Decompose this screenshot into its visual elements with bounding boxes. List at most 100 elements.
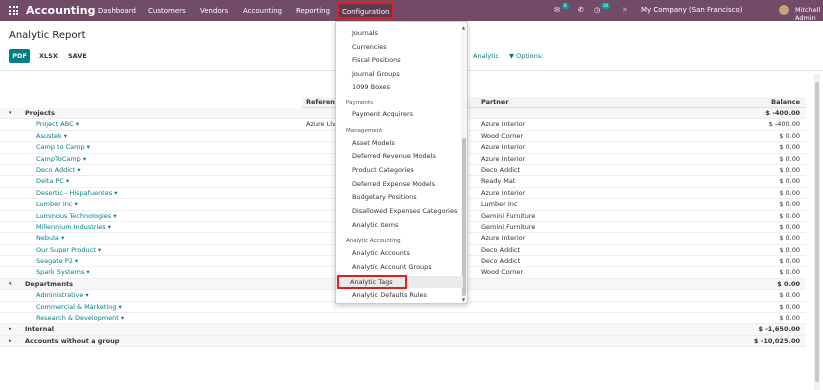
row-partner: Wood Corner (481, 131, 524, 140)
activity-icon[interactable]: ◷ 34 (594, 3, 611, 14)
dropdown-item[interactable]: Analytic Account Groups (352, 263, 432, 271)
app-brand[interactable]: Accounting (26, 4, 96, 17)
row-name[interactable]: Administrative ▾ (36, 290, 89, 301)
chat-icon[interactable]: ✉ 8 (554, 3, 569, 14)
group-row[interactable]: ▸ Internal $ -1,650.00 (0, 324, 806, 336)
header-balance: Balance (607, 97, 806, 108)
dropdown-scrollbar-thumb[interactable] (462, 138, 466, 296)
close-icon[interactable]: ✕ (622, 6, 628, 14)
row-name[interactable]: Delta PC ▾ (36, 176, 69, 187)
scroll-down-icon[interactable]: ▼ (462, 297, 465, 302)
row-partner: Azure Interior (481, 143, 526, 152)
row-name[interactable]: Our Super Product ▾ (36, 245, 101, 256)
row-name[interactable]: Spark Systems ▾ (36, 267, 90, 278)
dropdown-section-header: Analytic Accounting (346, 238, 401, 244)
menu-configuration[interactable]: Configuration (337, 2, 395, 19)
row-name[interactable]: Nebula ▾ (36, 233, 64, 244)
avatar[interactable] (779, 5, 789, 15)
row-balance: $ 0.00 (779, 268, 800, 277)
dropdown-item[interactable]: Product Categories (352, 166, 414, 174)
row-name[interactable]: CampToCamp ▾ (36, 154, 86, 165)
table-row[interactable]: Research & Development ▾ $ 0.00 (0, 313, 806, 325)
row-reference: Azure Liv (306, 120, 336, 129)
filter-icon: ▼ (509, 52, 514, 60)
page-title: Analytic Report (9, 30, 86, 41)
apps-menu-icon[interactable] (9, 6, 18, 15)
row-name[interactable]: Projects (25, 108, 55, 119)
row-name[interactable]: Internal (25, 324, 54, 335)
row-balance: $ -400.00 (765, 109, 800, 117)
row-name[interactable]: Desertic - Hispafuentes ▾ (36, 188, 117, 199)
row-partner: Lumber Inc (481, 200, 518, 209)
menu-accounting[interactable]: Accounting (243, 7, 282, 15)
pdf-button[interactable]: PDF (9, 49, 30, 63)
row-name[interactable]: Asustek ▾ (36, 131, 67, 142)
dropdown-item[interactable]: Currencies (352, 43, 387, 51)
scroll-up-icon[interactable]: ▲ (462, 25, 465, 30)
row-balance: $ 0.00 (779, 222, 800, 231)
dropdown-item[interactable]: Analytic Items (352, 221, 398, 229)
phone-icon[interactable]: ✆ (578, 6, 584, 14)
caret-right-icon[interactable]: ▸ (9, 336, 12, 347)
caret-down-icon[interactable]: ▾ (9, 279, 12, 290)
row-partner: Azure Interior (481, 188, 526, 197)
row-name[interactable]: Camp to Camp ▾ (36, 142, 90, 153)
row-balance: $ 0.00 (779, 200, 800, 209)
row-balance: $ 0.00 (779, 291, 800, 300)
dropdown-item[interactable]: Deferred Revenue Models (352, 152, 436, 160)
header-partner: Partner (477, 97, 607, 108)
analytic-tags-highlight (337, 275, 407, 289)
row-balance: $ 0.00 (779, 211, 800, 220)
row-name[interactable]: Deco Addict ▾ (36, 165, 80, 176)
menu-reporting[interactable]: Reporting (296, 7, 330, 15)
dropdown-item[interactable]: Budgetary Positions (352, 193, 417, 201)
row-name[interactable]: Millennium Industries ▾ (36, 222, 111, 233)
row-balance: $ 0.00 (779, 302, 800, 311)
menu-dashboard[interactable]: Dashboard (98, 7, 136, 15)
row-partner: Ready Mat (481, 177, 516, 186)
analytic-filter[interactable]: Analytic (473, 52, 499, 60)
xlsx-button[interactable]: XLSX (39, 52, 58, 60)
row-balance: $ -1,650.00 (758, 325, 800, 334)
row-name[interactable]: Research & Development ▾ (36, 313, 124, 324)
row-name[interactable]: Luminous Technologies ▾ (36, 211, 117, 222)
page-scrollbar-thumb[interactable] (815, 82, 819, 382)
row-partner: Deco Addict (481, 257, 521, 266)
dropdown-section-header: Payments (346, 100, 373, 106)
user-menu[interactable]: Mitchell Admin (795, 6, 823, 22)
top-navbar: Accounting Dashboard Customers Vendors A… (0, 0, 823, 22)
dropdown-item[interactable]: Fiscal Positions (352, 56, 401, 64)
row-name[interactable]: Commercial & Marketing ▾ (36, 302, 122, 313)
dropdown-item[interactable]: Analytic Accounts (352, 249, 410, 257)
dropdown-item[interactable]: Journal Groups (352, 70, 400, 78)
caret-right-icon[interactable]: ▸ (9, 324, 12, 335)
row-name[interactable]: Project ABC ▾ (36, 119, 79, 130)
row-name[interactable]: Lumber Inc ▾ (36, 199, 78, 210)
dropdown-item[interactable]: 1099 Boxes (352, 83, 390, 91)
options-label: Options: (516, 52, 544, 60)
dropdown-item[interactable]: Analytic Defaults Rules (352, 291, 427, 299)
options-filter[interactable]: ▼ Options: (509, 52, 543, 60)
dropdown-item[interactable]: Disallowed Expenses Categories (352, 207, 457, 215)
row-name[interactable]: Accounts without a group (25, 336, 119, 347)
save-button[interactable]: SAVE (68, 52, 87, 60)
row-balance: $ 0.00 (779, 314, 800, 323)
dropdown-scrollbar[interactable]: ▲ ▼ (461, 22, 467, 303)
row-partner: Azure Interior (481, 234, 526, 243)
group-row[interactable]: ▸ Accounts without a group $ -10,025.00 (0, 335, 806, 348)
caret-down-icon[interactable]: ▾ (9, 108, 12, 119)
dropdown-item[interactable]: Deferred Expense Models (352, 180, 435, 188)
row-name[interactable]: Departments (25, 279, 73, 290)
dropdown-item[interactable]: Payment Acquirers (352, 110, 413, 118)
row-balance: $ -10,025.00 (753, 336, 800, 345)
dropdown-item[interactable]: Asset Models (352, 139, 395, 147)
menu-customers[interactable]: Customers (148, 7, 186, 15)
dropdown-item[interactable]: Journals (352, 29, 378, 37)
company-switcher[interactable]: My Company (San Francisco) (641, 6, 742, 14)
row-name[interactable]: Seagate P2 ▾ (36, 256, 78, 267)
row-partner: Azure Interior (481, 154, 526, 163)
configuration-dropdown: ▲ ▼ Journals Currencies Fiscal Positions Jo… (335, 21, 468, 304)
page-scrollbar[interactable] (814, 74, 820, 390)
menu-vendors[interactable]: Vendors (200, 7, 228, 15)
row-balance: $ 0.00 (779, 188, 800, 197)
